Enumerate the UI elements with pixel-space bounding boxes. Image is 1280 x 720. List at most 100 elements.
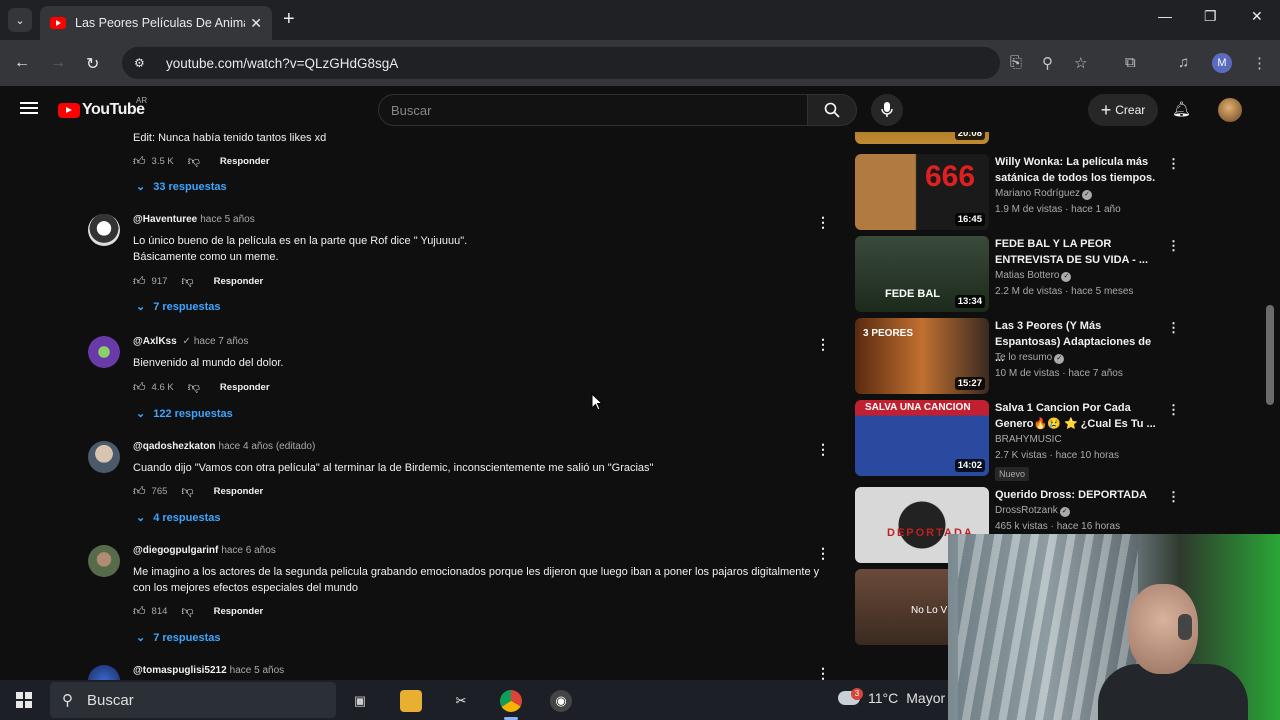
replies-toggle[interactable]: ⌄ 4 respuestas xyxy=(136,511,220,525)
video-title[interactable]: FEDE BAL Y LA PEOR ENTREVISTA DE SU VIDA… xyxy=(995,236,1159,268)
restore-icon[interactable]: ❐ xyxy=(1204,8,1217,25)
video-menu-icon[interactable]: ⋮ xyxy=(1167,489,1180,505)
commenter-avatar[interactable] xyxy=(88,545,120,577)
like-icon[interactable]: 👍︎ xyxy=(133,484,146,499)
channel-name[interactable]: Matias Bottero ✓ xyxy=(995,270,1072,282)
scrollbar-thumb[interactable] xyxy=(1266,305,1274,405)
video-title[interactable]: Querido Dross: DEPORTADA xyxy=(995,487,1159,503)
window-close-icon[interactable]: ✕ xyxy=(1251,8,1263,25)
commenter-avatar[interactable] xyxy=(88,214,120,246)
reply-button[interactable]: Responder xyxy=(220,156,270,167)
video-thumbnail[interactable]: FEDE BAL 13:34 xyxy=(855,236,989,312)
channel-name[interactable]: Te lo resumo ✓ xyxy=(995,352,1065,364)
site-info-icon[interactable]: ⚙ xyxy=(134,56,150,70)
replies-toggle[interactable]: ⌄ 122 respuestas xyxy=(136,407,233,421)
voice-search-button[interactable] xyxy=(871,94,903,126)
browser-menu-icon[interactable]: ⋮ xyxy=(1252,54,1267,72)
reply-button[interactable]: Responder xyxy=(214,606,264,617)
like-icon[interactable]: 👍︎ xyxy=(133,154,146,169)
user-avatar[interactable] xyxy=(1218,98,1242,122)
related-video[interactable]: 20:08 xyxy=(855,132,1185,146)
obs-icon[interactable]: ◉ xyxy=(550,690,572,712)
reply-button[interactable]: Responder xyxy=(220,382,270,393)
reload-icon[interactable]: ↻ xyxy=(86,54,99,74)
search-input[interactable]: Buscar xyxy=(378,94,808,126)
video-menu-icon[interactable]: ⋮ xyxy=(1167,156,1180,172)
channel-name[interactable]: BRAHYMUSIC xyxy=(995,434,1062,445)
dislike-icon[interactable]: 👎︎ xyxy=(181,274,193,289)
forward-icon[interactable]: → xyxy=(50,54,66,72)
video-title[interactable]: Willy Wonka: La película más satánica de… xyxy=(995,154,1159,186)
like-icon[interactable]: 👍︎ xyxy=(133,380,146,395)
video-menu-icon[interactable]: ⋮ xyxy=(1167,238,1180,254)
file-explorer-icon[interactable] xyxy=(400,690,422,712)
commenter-name[interactable]: @Haventuree xyxy=(133,214,197,225)
video-thumbnail[interactable]: 20:08 xyxy=(855,132,989,144)
dislike-icon[interactable]: 👎︎ xyxy=(181,484,193,499)
capcut-icon[interactable]: ✂ xyxy=(450,690,472,712)
comment-menu-icon[interactable]: ⋮ xyxy=(816,665,830,680)
task-view-icon[interactable]: ▣ xyxy=(349,690,371,712)
like-icon[interactable]: 👍︎ xyxy=(133,274,146,289)
windows-start-icon[interactable] xyxy=(16,692,32,708)
minimize-icon[interactable]: — xyxy=(1158,8,1172,24)
youtube-logo[interactable]: YouTube xyxy=(58,101,145,119)
commenter-avatar[interactable] xyxy=(88,441,120,473)
video-menu-icon[interactable]: ⋮ xyxy=(1167,402,1180,418)
video-thumbnail[interactable]: SALVA UNA CANCION 14:02 xyxy=(855,400,989,476)
commenter-name[interactable]: @AxlKss xyxy=(133,336,177,347)
commenter-avatar[interactable] xyxy=(88,665,120,680)
channel-name[interactable]: Mariano Rodríguez ✓ xyxy=(995,188,1093,200)
comment-date[interactable]: hace 5 años xyxy=(230,665,285,676)
bookmark-star-icon[interactable]: ☆ xyxy=(1074,54,1087,72)
like-icon[interactable]: 👍︎ xyxy=(133,604,146,619)
channel-name[interactable]: DrossRotzank ✓ xyxy=(995,505,1070,517)
comment-date[interactable]: hace 7 años xyxy=(194,336,249,347)
commenter-name[interactable]: @diegogpulgarinf xyxy=(133,545,218,556)
related-video[interactable]: SALVA UNA CANCION 14:02 Salva 1 Cancion … xyxy=(855,400,1185,481)
dislike-icon[interactable]: 👎︎ xyxy=(188,154,200,169)
comment-menu-icon[interactable]: ⋮ xyxy=(816,545,830,562)
profile-avatar[interactable]: M xyxy=(1212,53,1232,73)
tab-search-chevron-icon[interactable]: ⌄ xyxy=(8,8,32,32)
comment-date[interactable]: hace 4 años (editado) xyxy=(219,441,316,452)
comment-menu-icon[interactable]: ⋮ xyxy=(816,336,830,353)
replies-toggle[interactable]: ⌄ 7 respuestas xyxy=(136,300,220,314)
zoom-icon[interactable]: ⚲ xyxy=(1042,54,1053,72)
replies-toggle[interactable]: ⌄ 33 respuestas xyxy=(136,180,227,194)
extensions-icon[interactable]: ⧉ xyxy=(1125,54,1136,71)
comment-menu-icon[interactable]: ⋮ xyxy=(816,441,830,458)
new-tab-icon[interactable]: + xyxy=(283,8,295,31)
url-text[interactable]: youtube.com/watch?v=QLzGHdG8sgA xyxy=(166,56,398,71)
install-app-icon[interactable]: ⎘ xyxy=(1010,54,1022,71)
comment-date[interactable]: hace 6 años xyxy=(221,545,276,556)
dislike-icon[interactable]: 👎︎ xyxy=(181,604,193,619)
tab-close-icon[interactable]: ✕ xyxy=(250,15,262,32)
replies-toggle[interactable]: ⌄ 7 respuestas xyxy=(136,631,220,645)
reply-button[interactable]: Responder xyxy=(214,486,264,497)
related-video[interactable]: FEDE BAL 13:34 FEDE BAL Y LA PEOR ENTREV… xyxy=(855,236,1185,314)
commenter-name[interactable]: @tomaspuglisi5212 xyxy=(133,665,227,676)
chrome-icon[interactable] xyxy=(500,690,522,712)
commenter-avatar[interactable] xyxy=(88,336,120,368)
taskbar-search[interactable]: ⚲ Buscar xyxy=(50,682,336,718)
create-button[interactable]: + Crear xyxy=(1088,94,1158,126)
comment-date[interactable]: hace 5 años xyxy=(200,214,255,225)
video-menu-icon[interactable]: ⋮ xyxy=(1167,320,1180,336)
notifications-bell-icon[interactable]: 🔔︎ xyxy=(1172,100,1191,118)
related-video[interactable]: 666 16:45 Willy Wonka: La película más s… xyxy=(855,154,1185,232)
dislike-icon[interactable]: 👎︎ xyxy=(188,380,200,395)
active-tab[interactable]: Las Peores Películas De Animale ✕ xyxy=(40,6,272,40)
hamburger-menu-icon[interactable] xyxy=(20,102,38,114)
video-thumbnail[interactable]: 3 PEORES 15:27 xyxy=(855,318,989,394)
related-video[interactable]: 3 PEORES 15:27 Las 3 Peores (Y Más Espan… xyxy=(855,318,1185,396)
comment-menu-icon[interactable]: ⋮ xyxy=(816,214,830,231)
video-title[interactable]: Salva 1 Cancion Por Cada Genero🔥😢 ⭐ ¿Cua… xyxy=(995,400,1159,432)
address-bar[interactable]: ⚙ youtube.com/watch?v=QLzGHdG8sgA xyxy=(122,47,1000,79)
search-button[interactable] xyxy=(807,94,857,126)
commenter-name[interactable]: @qadoshezkaton xyxy=(133,441,216,452)
media-control-icon[interactable]: ♫ xyxy=(1178,54,1189,71)
back-icon[interactable]: ← xyxy=(14,54,30,72)
video-thumbnail[interactable]: 666 16:45 xyxy=(855,154,989,230)
reply-button[interactable]: Responder xyxy=(214,276,264,287)
